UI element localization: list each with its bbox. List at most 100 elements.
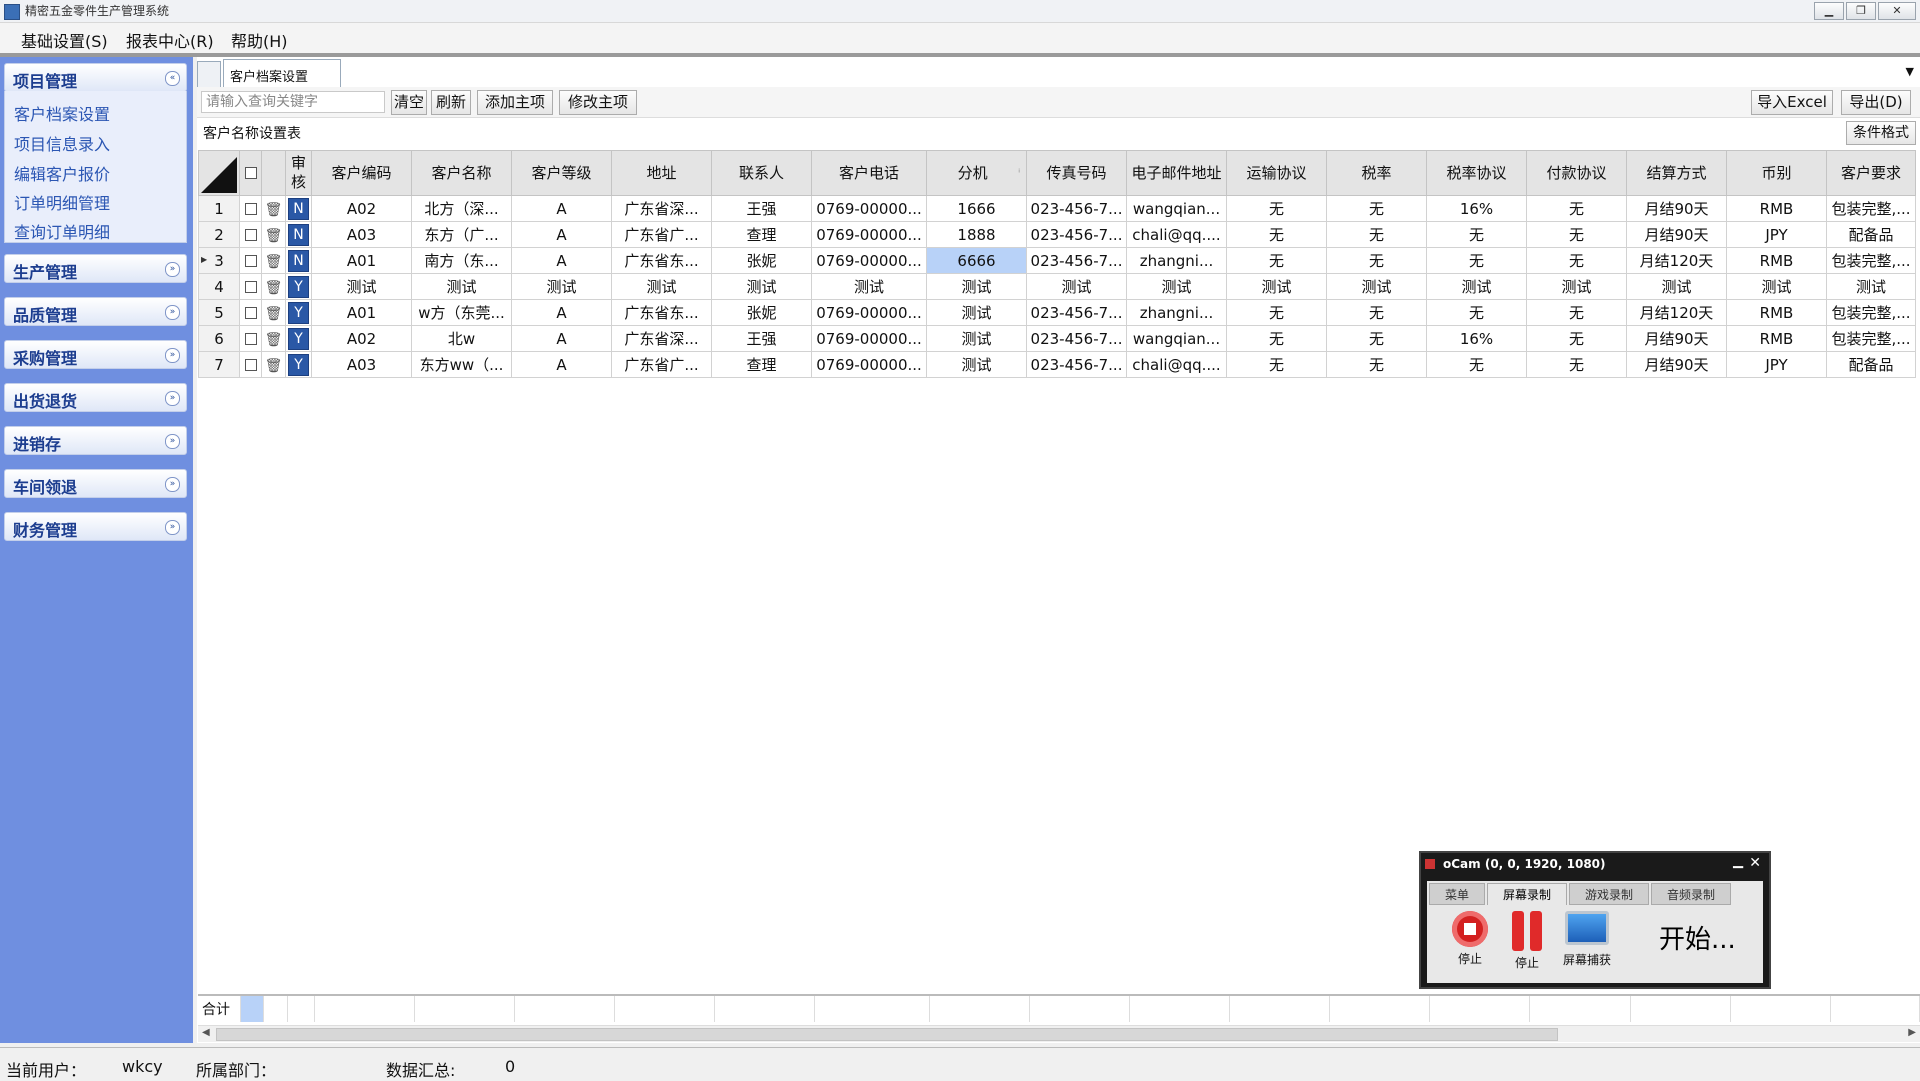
checkbox-icon[interactable] — [244, 229, 257, 241]
header-requirement[interactable]: 客户要求 — [1826, 150, 1916, 196]
conditional-format-button[interactable]: 条件格式 — [1846, 121, 1916, 145]
cell-email[interactable]: 测试 — [1126, 273, 1227, 300]
trash-icon[interactable]: 🗑 — [265, 228, 283, 244]
checkbox-icon[interactable] — [244, 333, 257, 345]
cell-contact[interactable]: 张妮 — [711, 247, 812, 274]
header-customer-name[interactable]: 客户名称 — [411, 150, 512, 196]
cell-customer-name[interactable]: 东方ww（... — [411, 351, 512, 378]
row-delete[interactable]: 🗑 — [261, 351, 286, 378]
checkbox-icon[interactable] — [244, 359, 257, 371]
header-email[interactable]: 电子邮件地址 — [1126, 150, 1227, 196]
checkbox-icon[interactable] — [244, 281, 257, 293]
sidebar-group-purchase[interactable]: 采购管理 » — [4, 340, 187, 369]
table-row[interactable]: 2 🗑 N A03 东方（广... A 广东省广... 查理 0769-00000... 1888… — [198, 221, 1916, 248]
cell-address[interactable]: 广东省深... — [611, 325, 712, 352]
cell-contact[interactable]: 查理 — [711, 221, 812, 248]
cell-customer-level[interactable]: A — [511, 299, 612, 326]
cell-payment[interactable]: 测试 — [1526, 273, 1627, 300]
ocam-pause-button[interactable]: 停止 — [1502, 911, 1552, 971]
cell-requirement[interactable]: 配备品 — [1826, 351, 1916, 378]
chevron-down-icon[interactable]: » — [165, 391, 180, 406]
cell-customer-level[interactable]: A — [511, 195, 612, 222]
cell-address[interactable]: 广东省广... — [611, 221, 712, 248]
cell-address[interactable]: 广东省深... — [611, 195, 712, 222]
cell-phone[interactable]: 0769-00000... — [811, 247, 927, 274]
cell-payment[interactable]: 无 — [1526, 299, 1627, 326]
row-delete[interactable]: 🗑 — [261, 325, 286, 352]
cell-tax-rate[interactable]: 测试 — [1326, 273, 1427, 300]
row-audit[interactable]: Y — [285, 325, 312, 352]
edit-main-button[interactable]: 修改主项 — [559, 90, 637, 115]
header-tax-rate[interactable]: 税率 — [1326, 150, 1427, 196]
cell-tax-rate[interactable]: 无 — [1326, 221, 1427, 248]
sidebar-item-customer-archive[interactable]: 客户档案设置 — [14, 101, 110, 125]
cell-extension[interactable]: 1888 — [926, 221, 1027, 248]
table-row[interactable]: 4 🗑 Y 测试 测试 测试 测试 测试 测试 测试 测试 测试 测试 测试 测试 测试 测试 测试 测试 — [198, 273, 1916, 300]
row-checkbox[interactable] — [239, 299, 262, 326]
header-audit[interactable]: 审核 — [285, 150, 312, 196]
cell-customer-name[interactable]: 北方（深... — [411, 195, 512, 222]
chevron-down-icon[interactable]: » — [165, 305, 180, 320]
cell-contact[interactable]: 测试 — [711, 273, 812, 300]
cell-transport[interactable]: 无 — [1226, 325, 1327, 352]
ocam-close-button[interactable]: ✕ — [1749, 855, 1761, 871]
trash-icon[interactable]: 🗑 — [265, 306, 283, 322]
sidebar-group-workshop[interactable]: 车间领退 » — [4, 469, 187, 498]
table-row[interactable]: 5 🗑 Y A01 w方（东莞... A 广东省东... 张妮 0769-00000... 测试 0… — [198, 299, 1916, 326]
cell-customer-code[interactable]: A01 — [311, 247, 412, 274]
cell-extension[interactable]: 6666 — [926, 247, 1027, 274]
cell-settlement[interactable]: 月结90天 — [1626, 325, 1727, 352]
cell-transport[interactable]: 无 — [1226, 299, 1327, 326]
add-main-button[interactable]: 添加主项 — [477, 90, 553, 115]
cell-extension[interactable]: 测试 — [926, 273, 1027, 300]
close-button[interactable]: ✕ — [1878, 2, 1916, 20]
row-checkbox[interactable] — [239, 247, 262, 274]
cell-address[interactable]: 广东省广... — [611, 351, 712, 378]
row-delete[interactable]: 🗑 — [261, 247, 286, 274]
chevron-up-icon[interactable]: « — [165, 71, 180, 86]
cell-email[interactable]: zhangni... — [1126, 247, 1227, 274]
row-number[interactable]: ▶ 3 — [198, 247, 240, 274]
row-audit[interactable]: Y — [285, 273, 312, 300]
cell-fax[interactable]: 023-456-7... — [1026, 325, 1127, 352]
header-tax-agreement[interactable]: 税率协议 — [1426, 150, 1527, 196]
trash-icon[interactable]: 🗑 — [265, 280, 283, 296]
row-audit[interactable]: N — [285, 221, 312, 248]
row-audit[interactable]: N — [285, 247, 312, 274]
checkbox-icon[interactable] — [244, 203, 257, 215]
cell-requirement[interactable]: 包装完整,... — [1826, 247, 1916, 274]
cell-transport[interactable]: 无 — [1226, 221, 1327, 248]
checkbox-icon[interactable] — [244, 255, 257, 267]
cell-phone[interactable]: 0769-00000... — [811, 221, 927, 248]
sidebar-item-project-entry[interactable]: 项目信息录入 — [14, 131, 110, 155]
row-delete[interactable]: 🗑 — [261, 299, 286, 326]
row-number[interactable]: 6 — [198, 325, 240, 352]
cell-fax[interactable]: 测试 — [1026, 273, 1127, 300]
chevron-down-icon[interactable]: » — [165, 262, 180, 277]
cell-currency[interactable]: RMB — [1726, 325, 1827, 352]
cell-phone[interactable]: 测试 — [811, 273, 927, 300]
cell-tax-agreement[interactable]: 16% — [1426, 325, 1527, 352]
minimize-button[interactable]: ▁ — [1814, 2, 1844, 20]
audit-badge[interactable]: Y — [288, 301, 309, 324]
row-checkbox[interactable] — [239, 351, 262, 378]
scrollbar-thumb[interactable] — [216, 1028, 1558, 1041]
row-checkbox[interactable] — [239, 221, 262, 248]
cell-customer-code[interactable]: A03 — [311, 221, 412, 248]
cell-email[interactable]: wangqian... — [1126, 195, 1227, 222]
cell-customer-name[interactable]: 北w — [411, 325, 512, 352]
cell-customer-code[interactable]: A01 — [311, 299, 412, 326]
sidebar-item-order-detail[interactable]: 订单明细管理 — [14, 190, 110, 214]
cell-payment[interactable]: 无 — [1526, 195, 1627, 222]
cell-tax-rate[interactable]: 无 — [1326, 325, 1427, 352]
row-number[interactable]: 4 — [198, 273, 240, 300]
cell-phone[interactable]: 0769-00000... — [811, 351, 927, 378]
cell-settlement[interactable]: 月结90天 — [1626, 221, 1727, 248]
cell-currency[interactable]: RMB — [1726, 299, 1827, 326]
ocam-capture-button[interactable]: 屏幕捕获 — [1557, 911, 1617, 968]
import-excel-button[interactable]: 导入Excel — [1751, 90, 1833, 115]
cell-transport[interactable]: 测试 — [1226, 273, 1327, 300]
cell-fax[interactable]: 023-456-7... — [1026, 247, 1127, 274]
cell-payment[interactable]: 无 — [1526, 247, 1627, 274]
cell-extension[interactable]: 测试 — [926, 351, 1027, 378]
